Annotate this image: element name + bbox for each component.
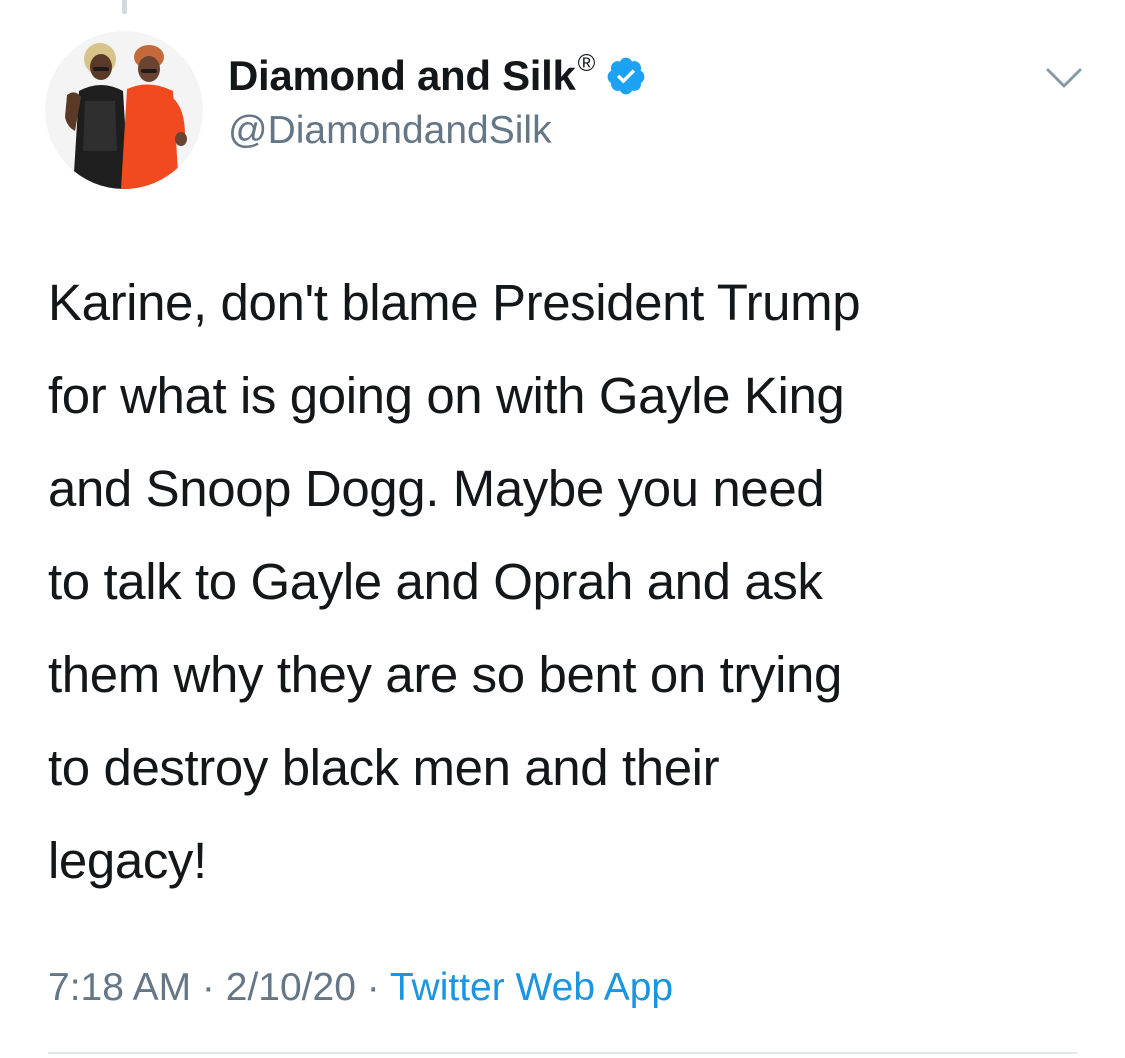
- tweet-date[interactable]: 2/10/20: [226, 966, 356, 1009]
- tweet-menu-button[interactable]: [1040, 58, 1088, 98]
- author-name-text: Diamond and Silk: [228, 52, 576, 99]
- meta-separator: ·: [355, 966, 390, 1009]
- avatar[interactable]: [45, 31, 203, 189]
- divider: [48, 1052, 1077, 1054]
- thread-connector-line: [122, 0, 127, 14]
- author-handle[interactable]: @DiamondandSilk: [228, 109, 552, 153]
- verified-badge-icon: [607, 57, 645, 95]
- tweet-metadata: 7:18 AM · 2/10/20 · Twitter Web App: [48, 966, 673, 1010]
- tweet-source-link[interactable]: Twitter Web App: [390, 966, 673, 1009]
- registered-mark: ®: [577, 50, 596, 77]
- author-name[interactable]: Diamond and Silk ®: [228, 50, 647, 100]
- meta-separator: ·: [191, 966, 226, 1009]
- chevron-down-icon: [1046, 68, 1082, 88]
- tweet-time[interactable]: 7:18 AM: [48, 966, 191, 1009]
- tweet-text: Karine, don't blame President Trump for …: [48, 274, 861, 889]
- avatar-photo: [45, 31, 203, 189]
